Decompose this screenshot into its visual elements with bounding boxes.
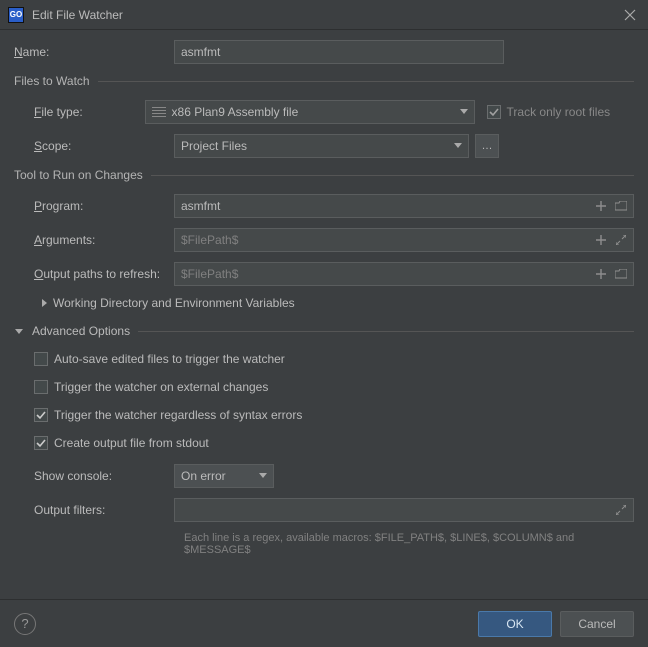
output-paths-label: Output paths to refresh: — [14, 267, 174, 281]
name-label: Name: — [14, 45, 174, 59]
advanced-options-expander[interactable]: Advanced Options — [14, 324, 634, 338]
window-title: Edit File Watcher — [32, 8, 620, 22]
trigger-syntax-label: Trigger the watcher regardless of syntax… — [54, 408, 302, 422]
arguments-label: Arguments: — [14, 233, 174, 247]
titlebar: GO Edit File Watcher — [0, 0, 648, 30]
assembly-file-icon — [152, 107, 166, 117]
file-type-dropdown[interactable]: x86 Plan9 Assembly file — [145, 100, 475, 124]
add-macro-icon[interactable] — [593, 198, 609, 214]
name-input[interactable]: asmfmt — [174, 40, 504, 64]
output-filters-hint: Each line is a regex, available macros: … — [184, 532, 634, 556]
track-only-root-label: Track only root files — [507, 105, 611, 119]
add-macro-icon[interactable] — [593, 232, 609, 248]
chevron-right-icon — [42, 299, 47, 307]
files-to-watch-section: Files to Watch — [14, 74, 634, 88]
show-console-dropdown[interactable]: On error — [174, 464, 274, 488]
scope-dropdown[interactable]: Project Files — [174, 134, 469, 158]
track-only-root-checkbox[interactable] — [487, 105, 501, 119]
expand-icon[interactable] — [613, 232, 629, 248]
program-label: Program: — [14, 199, 174, 213]
cancel-button[interactable]: Cancel — [560, 611, 634, 637]
tool-to-run-section: Tool to Run on Changes — [14, 168, 634, 182]
trigger-external-label: Trigger the watcher on external changes — [54, 380, 268, 394]
help-icon[interactable]: ? — [14, 613, 36, 635]
show-console-label: Show console: — [14, 469, 174, 483]
output-filters-input[interactable] — [174, 498, 634, 522]
chevron-down-icon — [15, 329, 23, 334]
chevron-down-icon — [454, 143, 462, 149]
trigger-syntax-checkbox[interactable] — [34, 408, 48, 422]
browse-folder-icon[interactable] — [613, 198, 629, 214]
dialog-footer: ? OK Cancel — [0, 599, 648, 647]
auto-save-checkbox[interactable] — [34, 352, 48, 366]
scope-label: Scope: — [14, 139, 174, 153]
add-macro-icon[interactable] — [593, 266, 609, 282]
create-stdout-checkbox[interactable] — [34, 436, 48, 450]
chevron-down-icon — [259, 473, 267, 479]
auto-save-label: Auto-save edited files to trigger the wa… — [54, 352, 285, 366]
scope-browse-button[interactable]: … — [475, 134, 499, 158]
chevron-down-icon — [460, 109, 468, 115]
file-type-label: File type: — [14, 105, 145, 119]
browse-folder-icon[interactable] — [613, 266, 629, 282]
close-icon[interactable] — [620, 5, 640, 25]
program-input[interactable]: asmfmt — [174, 194, 634, 218]
expand-icon[interactable] — [613, 502, 629, 518]
create-stdout-label: Create output file from stdout — [54, 436, 209, 450]
ok-button[interactable]: OK — [478, 611, 552, 637]
working-dir-env-expander[interactable]: Working Directory and Environment Variab… — [14, 296, 634, 310]
output-paths-input[interactable]: $FilePath$ — [174, 262, 634, 286]
output-filters-label: Output filters: — [14, 503, 174, 517]
app-icon: GO — [8, 7, 24, 23]
arguments-input[interactable]: $FilePath$ — [174, 228, 634, 252]
trigger-external-checkbox[interactable] — [34, 380, 48, 394]
